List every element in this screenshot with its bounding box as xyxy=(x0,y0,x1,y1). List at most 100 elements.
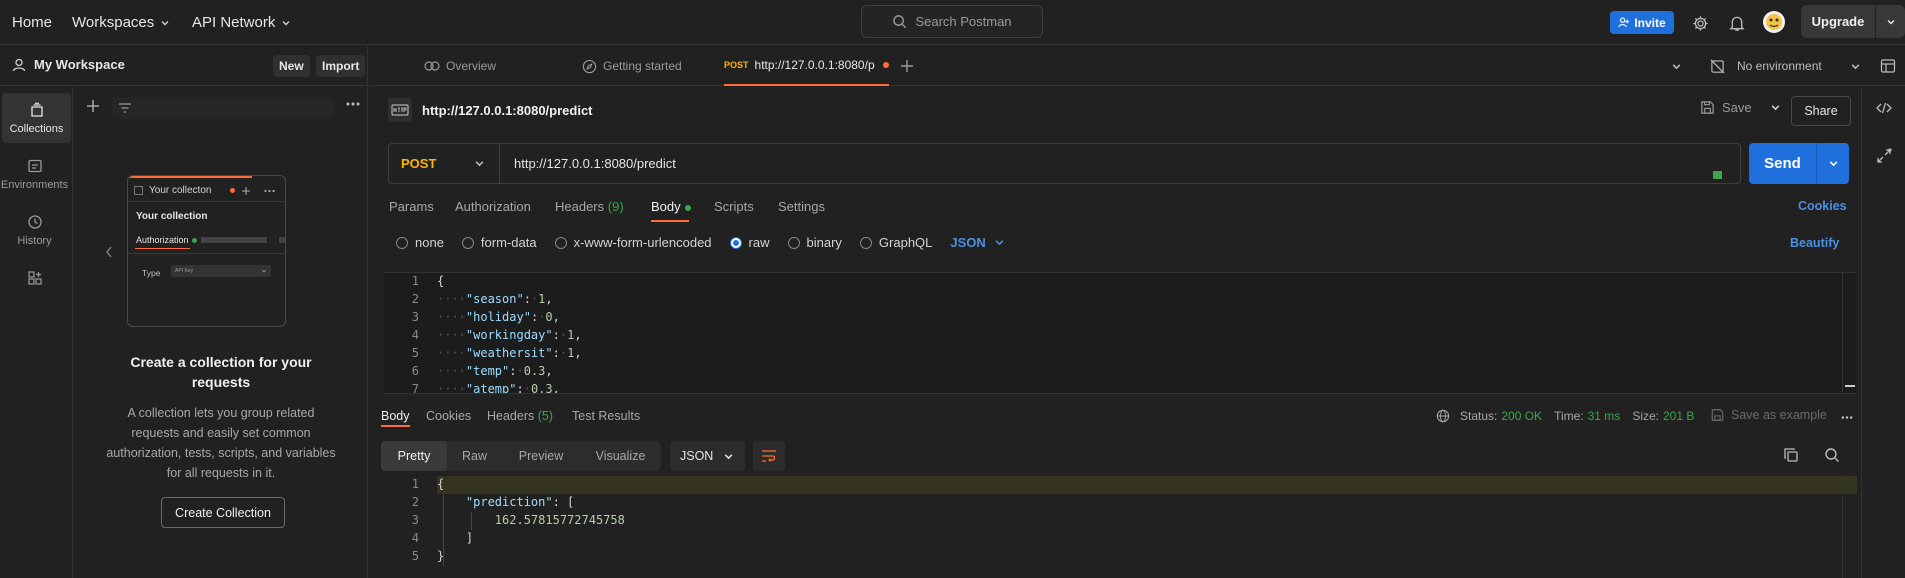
nav-home[interactable]: Home xyxy=(12,0,52,45)
sidebar-item-environments[interactable]: Environments xyxy=(0,149,69,199)
method-select[interactable]: POST xyxy=(389,144,500,183)
response-more-button[interactable] xyxy=(1840,415,1854,420)
tab-scripts[interactable]: Scripts xyxy=(714,199,754,214)
send-dropdown[interactable] xyxy=(1817,143,1849,184)
request-title-label[interactable]: http://127.0.0.1:8080/predict xyxy=(422,103,593,118)
settings-button[interactable] xyxy=(1689,12,1711,34)
body-type-urlencoded[interactable]: x-www-form-urlencoded xyxy=(554,235,712,250)
editor-scrollbar[interactable] xyxy=(1842,273,1856,393)
tab-body[interactable]: Body xyxy=(651,199,691,214)
nav-workspaces[interactable]: Workspaces xyxy=(72,0,170,45)
body-type-label: GraphQL xyxy=(878,235,933,250)
notifications-button[interactable] xyxy=(1726,12,1748,34)
gear-icon xyxy=(1692,15,1708,31)
response-body-viewer[interactable]: 1{ 2 "prediction": [ 3 162.5781577274575… xyxy=(383,476,1857,578)
status-value[interactable]: 200 OK xyxy=(1501,409,1542,423)
code-text: { xyxy=(437,274,445,288)
wrap-lines-button[interactable] xyxy=(753,441,785,471)
send-button[interactable]: Send xyxy=(1749,143,1849,184)
filter-input[interactable] xyxy=(112,97,334,119)
import-button[interactable]: Import xyxy=(316,55,366,77)
copy-button[interactable] xyxy=(1783,447,1799,463)
tab-getting-started[interactable]: Getting started xyxy=(582,46,682,86)
tab-headers[interactable]: Headers (9) xyxy=(555,199,624,214)
create-collection-label: Create Collection xyxy=(175,505,271,520)
search-response-button[interactable] xyxy=(1824,447,1840,463)
body-type-form-data[interactable]: form-data xyxy=(461,235,537,250)
chevron-down-icon[interactable] xyxy=(1770,102,1781,113)
line-number: 1 xyxy=(411,477,419,491)
illustration-auth-tab: Authorization xyxy=(136,235,197,245)
beautify-link[interactable]: Beautify xyxy=(1790,236,1839,250)
url-input[interactable]: http://127.0.0.1:8080/predict xyxy=(514,156,676,171)
code-text: 162.57815772745758 xyxy=(437,513,625,527)
tab-params[interactable]: Params xyxy=(389,199,434,214)
json-punct: ] xyxy=(465,531,474,545)
tab-overview[interactable]: Overview xyxy=(424,46,496,86)
sidebar-item-history[interactable]: History xyxy=(0,205,69,255)
response-tab-headers[interactable]: Headers (5) xyxy=(487,409,553,423)
illustration-title: Your collection xyxy=(136,211,208,222)
sidebar-item-configure[interactable] xyxy=(0,265,69,295)
code-text: { xyxy=(437,477,445,491)
code-line: 2 ····"season":·1, xyxy=(383,292,553,310)
response-tab-test-results[interactable]: Test Results xyxy=(572,409,640,423)
body-type-graphql[interactable]: GraphQL xyxy=(859,235,933,250)
request-body-editor[interactable]: 1{ 2 ····"season":·1, 3 ····"holiday":·0, … xyxy=(383,272,1856,394)
format-raw[interactable]: Raw xyxy=(447,441,502,471)
body-type-raw[interactable]: raw xyxy=(729,235,770,250)
workspace-name-label: My Workspace xyxy=(34,57,125,72)
tab-authorization[interactable]: Authorization xyxy=(455,199,531,214)
new-tab-button[interactable] xyxy=(900,46,920,86)
format-visualize[interactable]: Visualize xyxy=(580,441,661,471)
save-button[interactable]: Save xyxy=(1700,100,1781,115)
upgrade-dropdown[interactable] xyxy=(1876,17,1905,27)
size-value[interactable]: 201 B xyxy=(1663,409,1694,423)
related-collections-button[interactable] xyxy=(1876,148,1892,164)
chevron-left-icon xyxy=(106,246,112,258)
upgrade-label: Upgrade xyxy=(1811,14,1865,29)
response-language-select[interactable]: JSON xyxy=(670,441,745,471)
copy-icon xyxy=(1784,448,1798,462)
line-number: 2 xyxy=(411,495,419,509)
invite-button[interactable]: Invite xyxy=(1610,11,1674,34)
environment-quick-look-button[interactable] xyxy=(1880,46,1902,86)
body-type-none[interactable]: none xyxy=(396,235,444,250)
headers-count: (5) xyxy=(537,409,554,423)
format-preview[interactable]: Preview xyxy=(502,441,580,471)
response-tab-body[interactable]: Body xyxy=(381,409,410,423)
time-value[interactable]: 31 ms xyxy=(1588,409,1621,423)
user-icon xyxy=(12,58,26,71)
format-pretty[interactable]: Pretty xyxy=(381,441,447,471)
body-format-select[interactable]: JSON xyxy=(950,235,1004,250)
url-status-indicator xyxy=(1713,171,1722,179)
workspace-name[interactable]: My Workspace xyxy=(12,57,125,72)
response-tab-cookies[interactable]: Cookies xyxy=(426,409,471,423)
nav-api-network[interactable]: API Network xyxy=(192,0,291,45)
globe-icon[interactable] xyxy=(1436,409,1450,423)
new-button[interactable]: New xyxy=(273,55,310,77)
sidebar-item-collections[interactable]: Collections xyxy=(2,93,71,143)
add-collection-button[interactable] xyxy=(86,99,100,113)
status-dot xyxy=(684,204,691,211)
create-collection-button[interactable]: Create Collection xyxy=(161,497,285,528)
carousel-prev-button[interactable] xyxy=(104,245,114,259)
more-options-button[interactable] xyxy=(346,101,360,107)
environment-select[interactable]: No environment xyxy=(1710,46,1867,86)
tabs-overflow-button[interactable] xyxy=(1671,46,1688,86)
tab-request-active[interactable]: POST http://127.0.0.1:8080/p xyxy=(724,46,889,86)
tab-settings[interactable]: Settings xyxy=(778,199,825,214)
tab-overview-label: Overview xyxy=(446,59,497,73)
upgrade-button[interactable]: Upgrade xyxy=(1801,5,1905,38)
response-scrollbar[interactable] xyxy=(1842,476,1856,578)
code-snippet-button[interactable] xyxy=(1876,102,1892,114)
sidebar-item-label: Environments xyxy=(0,178,69,191)
save-as-example-button[interactable]: Save as example xyxy=(1710,408,1827,422)
search-input[interactable]: Search Postman xyxy=(861,5,1043,38)
scroll-thumb[interactable] xyxy=(1845,385,1855,387)
share-button[interactable]: Share xyxy=(1791,96,1851,126)
invite-label: Invite xyxy=(1634,15,1666,30)
cookies-link[interactable]: Cookies xyxy=(1798,199,1847,213)
avatar[interactable] xyxy=(1762,10,1786,34)
body-type-binary[interactable]: binary xyxy=(787,235,842,250)
